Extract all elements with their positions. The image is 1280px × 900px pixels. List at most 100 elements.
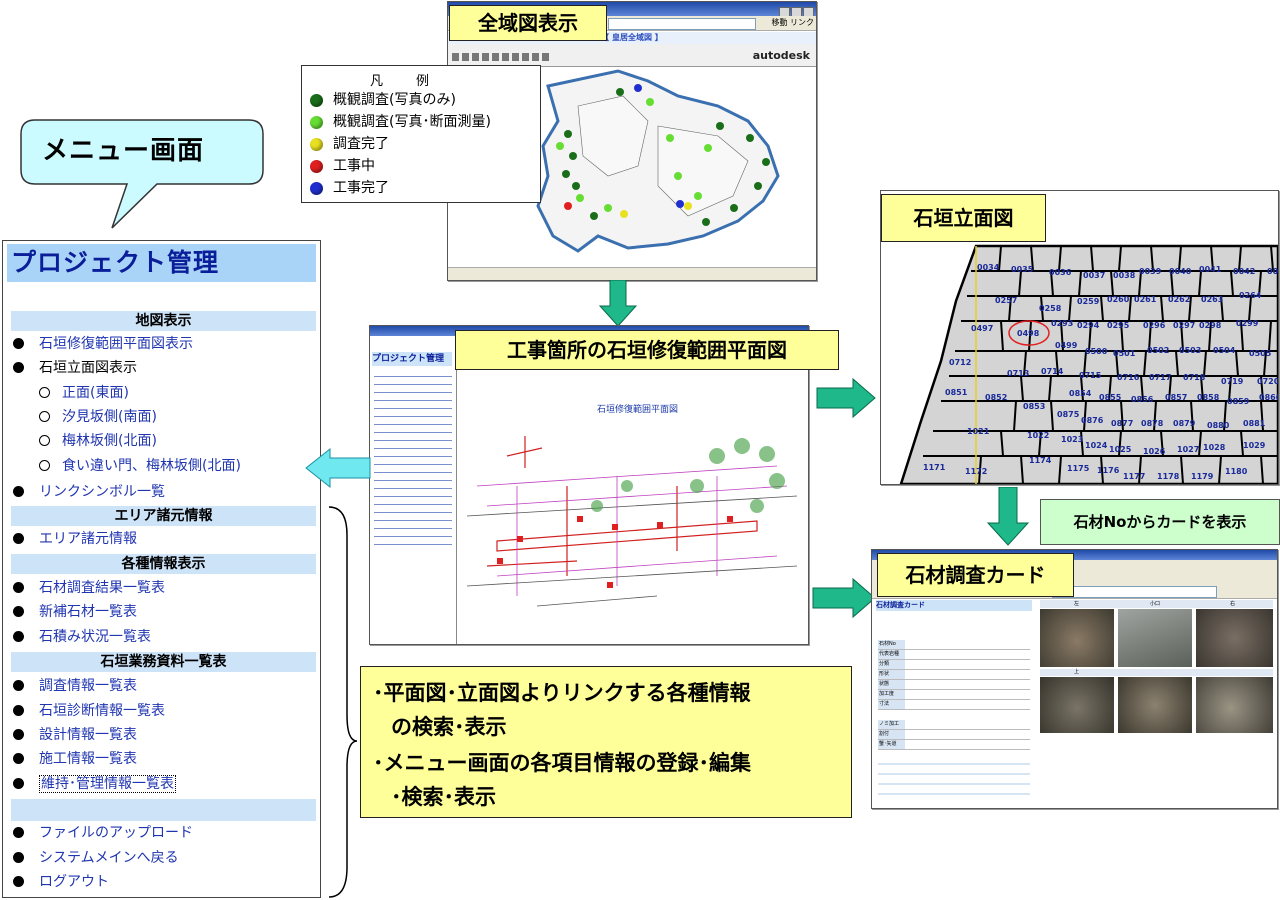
menu-subitem-south[interactable]: 汐見坂側(南面) xyxy=(39,407,157,427)
legend-item-photo-section: 概観調査(写真･断面測量) xyxy=(310,113,491,131)
card-photos: 左 小口 右 上 xyxy=(1040,600,1273,740)
address-input[interactable] xyxy=(608,18,756,30)
radio-circle-icon xyxy=(39,411,50,422)
card-row: 加工度 xyxy=(878,690,1030,700)
bullet-icon xyxy=(13,827,24,838)
stone-photo-left[interactable] xyxy=(1040,609,1114,667)
info-line-2: の検索･表示 xyxy=(391,715,507,739)
menu-subitem-north[interactable]: 梅林坂側(北面) xyxy=(39,431,157,451)
menu-item-area-info[interactable]: エリア諸元情報 xyxy=(13,529,137,549)
bullet-icon xyxy=(13,778,24,789)
legend-item-in-progress: 工事中 xyxy=(310,157,375,175)
arrow-right-card xyxy=(812,577,876,619)
bullet-icon xyxy=(13,582,24,593)
radio-circle-icon xyxy=(39,435,50,446)
menu-item-new-stones[interactable]: 新補石材一覧表 xyxy=(13,602,137,622)
menu-item-diagnosis[interactable]: 石垣診断情報一覧表 xyxy=(13,701,165,721)
info-line-1: ･平面図･立面図よりリンクする各種情報 xyxy=(373,681,751,705)
menu-item-logout[interactable]: ログアウト xyxy=(13,872,109,892)
menu-subitem-kuichigai[interactable]: 食い違い門、梅林坂側(北面) xyxy=(39,456,241,476)
menu-subitem-east[interactable]: 正面(東面) xyxy=(39,383,129,403)
plan-drawing xyxy=(466,436,798,607)
map-statusbar xyxy=(448,267,816,280)
card-row: 寸法 xyxy=(878,700,1030,710)
menu-item-construction[interactable]: 施工情報一覧表 xyxy=(13,749,137,769)
menu-title: プロジェクト管理 xyxy=(7,244,316,282)
callout-elevation: 石垣立面図 xyxy=(881,194,1046,242)
callout-card: 石材調査カード xyxy=(877,553,1074,597)
menu-item-survey-info[interactable]: 調査情報一覧表 xyxy=(13,676,137,696)
bullet-icon xyxy=(13,876,24,887)
menu-item-plan[interactable]: 石垣修復範囲平面図表示 xyxy=(13,334,193,354)
stone-photo-top-3[interactable] xyxy=(1196,677,1273,733)
menu-item-link-symbols[interactable]: リンクシンボル一覧 xyxy=(13,482,165,502)
card-row: 形状 xyxy=(878,670,1030,680)
bullet-icon xyxy=(13,680,24,691)
bullet-icon xyxy=(13,606,24,617)
section-area: エリア諸元情報 xyxy=(11,506,316,526)
menu-item-design[interactable]: 設計情報一覧表 xyxy=(13,725,137,745)
callout-plan: 工事箇所の石垣修復範囲平面図 xyxy=(455,330,839,370)
bullet-icon xyxy=(13,705,24,716)
radio-circle-icon xyxy=(39,387,50,398)
toolbar-icons[interactable] xyxy=(452,53,552,61)
card-row: 石材No xyxy=(878,640,1030,650)
arrow-right-elevation xyxy=(816,377,876,419)
menu-item-elevation: 石垣立面図表示 xyxy=(13,358,137,378)
card-row: 状態 xyxy=(878,680,1030,690)
brace-shape xyxy=(328,506,358,898)
card-row: 割付 xyxy=(878,730,1030,740)
menu-item-masonry[interactable]: 石積み状況一覧表 xyxy=(13,627,151,647)
card-form-lower-rows xyxy=(878,755,1030,800)
plan-window: プロジェクト管理 石垣修復範囲平面図 xyxy=(369,325,809,645)
project-menu-panel: プロジェクト管理 地図表示 石垣修復範囲平面図表示 石垣立面図表示 正面(東面)… xyxy=(2,240,321,898)
card-form: 石材調査カード 石材No 代表岩種 分類 形状 状態 加工度 寸法 ノミ加工 割… xyxy=(874,600,1034,805)
info-box: ･平面図･立面図よりリンクする各種情報 の検索･表示 ･メニュー画面の各項目情報… xyxy=(360,666,852,818)
bullet-icon xyxy=(13,338,24,349)
plan-drawing-area: 石垣修復範囲平面図 xyxy=(457,336,808,644)
bullet-icon xyxy=(13,753,24,764)
stone-photo-front[interactable] xyxy=(1118,609,1192,667)
menu-item-upload[interactable]: ファイルのアップロード xyxy=(13,823,193,843)
menu-item-maintenance[interactable]: 維持･管理情報一覧表 xyxy=(13,774,176,794)
section-docs: 石垣業務資料一覧表 xyxy=(11,652,316,672)
yellow-dot-icon xyxy=(310,137,323,151)
legend-title: 凡 例 xyxy=(370,74,440,89)
blue-dot-icon xyxy=(310,181,323,195)
legend-item-survey-done: 調査完了 xyxy=(310,135,389,153)
map-legend: 凡 例 概観調査(写真のみ) 概観調査(写真･断面測量) 調査完了 工事中 工事… xyxy=(301,65,541,203)
card-row: 代表岩種 xyxy=(878,650,1030,660)
info-line-4: ･検索･表示 xyxy=(391,785,496,809)
autodesk-logo: autodesk xyxy=(752,49,810,62)
section-info: 各種情報表示 xyxy=(11,554,316,574)
arrow-down-map xyxy=(598,280,638,327)
stone-photo-top-2[interactable] xyxy=(1118,677,1192,733)
section-blank xyxy=(11,799,316,821)
stone-photo-top-1[interactable] xyxy=(1040,677,1114,733)
menu-item-back-to-main[interactable]: システムメインへ戻る xyxy=(13,848,179,868)
photo-header-row-2: 上 xyxy=(1040,669,1273,676)
section-map: 地図表示 xyxy=(11,311,316,331)
legend-item-photo-only: 概観調査(写真のみ) xyxy=(310,91,456,109)
radio-circle-icon xyxy=(39,460,50,471)
light-green-dot-icon xyxy=(310,115,323,129)
legend-item-completed: 工事完了 xyxy=(310,179,389,197)
plan-sidebar-items[interactable] xyxy=(374,372,452,552)
photo-header-row: 左 小口 右 xyxy=(1040,600,1273,608)
bullet-icon xyxy=(13,486,24,497)
bullet-icon xyxy=(13,533,24,544)
bullet-icon xyxy=(13,362,24,373)
plan-sidebar-title: プロジェクト管理 xyxy=(372,352,452,366)
card-row: ノミ加工 xyxy=(878,720,1030,730)
stone-photo-right[interactable] xyxy=(1196,609,1273,667)
red-dot-icon xyxy=(310,159,323,173)
card-form-title: 石材調査カード xyxy=(876,600,1032,611)
callout-card-note: 石材Noからカードを表示 xyxy=(1040,499,1280,545)
bullet-icon xyxy=(13,631,24,642)
address-input[interactable] xyxy=(1052,586,1217,598)
menu-item-survey-results[interactable]: 石材調査結果一覧表 xyxy=(13,578,165,598)
arrow-left-cyan xyxy=(305,447,371,489)
info-line-3: ･メニュー画面の各項目情報の登録･編集 xyxy=(373,751,751,775)
menu-bubble-label: メニュー画面 xyxy=(42,136,205,166)
bullet-icon xyxy=(13,852,24,863)
